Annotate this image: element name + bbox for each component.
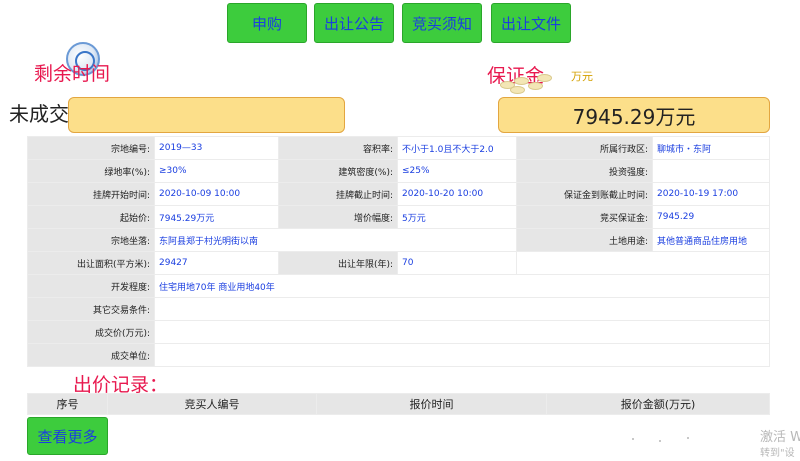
countdown-display (68, 97, 345, 133)
building-density-label: 建筑密度(%): (278, 159, 398, 183)
deal-price-value (154, 320, 770, 344)
deal-status: 未成交 (9, 102, 69, 126)
table-row: 成交单位: (27, 343, 770, 367)
location-label: 宗地坐落: (27, 228, 155, 252)
table-row: 绿地率(%): ≥30% 建筑密度(%): ≤25% 投资强度: (27, 159, 770, 183)
term-value: 70 (397, 251, 517, 275)
bid-records-table: 序号 竞买人编号 报价时间 报价金额(万元) (27, 393, 770, 415)
column-header-bidder: 竞买人编号 (107, 393, 317, 415)
table-row: 其它交易条件: (27, 297, 770, 321)
apply-button[interactable]: 申购 (227, 3, 307, 43)
district-value: 聊城市・东阿 (652, 136, 770, 160)
column-header-seq: 序号 (27, 393, 108, 415)
listing-end-label: 挂牌截止时间: (278, 182, 398, 206)
deposit-deadline-value: 2020-10-19 17:00 (652, 182, 770, 206)
listing-start-label: 挂牌开始时间: (27, 182, 155, 206)
district-label: 所属行政区: (516, 136, 653, 160)
plot-ratio-label: 容积率: (278, 136, 398, 160)
deposit-unit: 万元 (571, 70, 593, 83)
announcement-button[interactable]: 出让公告 (314, 3, 394, 43)
area-label: 出让面积(平方米): (27, 251, 155, 275)
deal-unit-label: 成交单位: (27, 343, 155, 367)
parcel-no-value: 2019—33 (154, 136, 279, 160)
listing-end-value: 2020-10-20 10:00 (397, 182, 517, 206)
development-label: 开发程度: (27, 274, 155, 298)
investment-intensity-label: 投资强度: (516, 159, 653, 183)
other-conditions-label: 其它交易条件: (27, 297, 155, 321)
table-row: 宗地编号: 2019—33 容积率: 不小于1.0且不大于2.0 所属行政区: … (27, 136, 770, 160)
increment-label: 增价幅度: (278, 205, 398, 229)
transfer-documents-button[interactable]: 出让文件 (491, 3, 571, 43)
green-rate-label: 绿地率(%): (27, 159, 155, 183)
land-use-value: 其他普通商品住房用地 (652, 228, 770, 252)
deposit-deadline-label: 保证金到账截止时间: (516, 182, 653, 206)
plot-ratio-value: 不小于1.0且不大于2.0 (397, 136, 517, 160)
other-conditions-value (154, 297, 770, 321)
activation-watermark: 激活 W (760, 430, 800, 445)
investment-intensity-value (652, 159, 770, 183)
table-row: 出让面积(平方米): 29427 出让年限(年): 70 (27, 251, 770, 275)
watermark-dot (687, 437, 689, 439)
deposit-value: 7945.29万元 (572, 104, 696, 129)
column-header-amount: 报价金额(万元) (546, 393, 770, 415)
parcel-info-table: 宗地编号: 2019—33 容积率: 不小于1.0且不大于2.0 所属行政区: … (27, 136, 770, 367)
table-row: 开发程度: 住宅用地70年 商业用地40年 (27, 274, 770, 298)
deal-unit-value (154, 343, 770, 367)
development-value: 住宅用地70年 商业用地40年 (154, 274, 770, 298)
view-more-button[interactable]: 查看更多 (27, 417, 108, 455)
land-use-label: 土地用途: (516, 228, 653, 252)
starting-price-label: 起始价: (27, 205, 155, 229)
empty-cell (516, 251, 770, 275)
watermark-dot (659, 440, 661, 442)
parcel-no-label: 宗地编号: (27, 136, 155, 160)
bid-deposit-label: 竞买保证金: (516, 205, 653, 229)
bid-records-header: 序号 竞买人编号 报价时间 报价金额(万元) (27, 393, 770, 415)
green-rate-value: ≥30% (154, 159, 279, 183)
bid-deposit-value: 7945.29 (652, 205, 770, 229)
building-density-value: ≤25% (397, 159, 517, 183)
increment-value: 5万元 (397, 205, 517, 229)
term-label: 出让年限(年): (278, 251, 398, 275)
location-value: 东阿县郑于村光明街以南 (154, 228, 517, 252)
table-row: 挂牌开始时间: 2020-10-09 10:00 挂牌截止时间: 2020-10… (27, 182, 770, 206)
area-value: 29427 (154, 251, 279, 275)
table-row: 起始价: 7945.29万元 增价幅度: 5万元 竞买保证金: 7945.29 (27, 205, 770, 229)
starting-price-value: 7945.29万元 (154, 205, 279, 229)
bidding-notice-button[interactable]: 竞买须知 (402, 3, 482, 43)
table-row: 宗地坐落: 东阿县郑于村光明街以南 土地用途: 其他普通商品住房用地 (27, 228, 770, 252)
column-header-time: 报价时间 (316, 393, 547, 415)
countdown-title: 剩余时间 (34, 63, 111, 85)
watermark-dot (632, 438, 634, 440)
activation-watermark-hint: 转到"设 (760, 448, 795, 459)
deal-price-label: 成交价(万元): (27, 320, 155, 344)
listing-start-value: 2020-10-09 10:00 (154, 182, 279, 206)
table-row: 成交价(万元): (27, 320, 770, 344)
